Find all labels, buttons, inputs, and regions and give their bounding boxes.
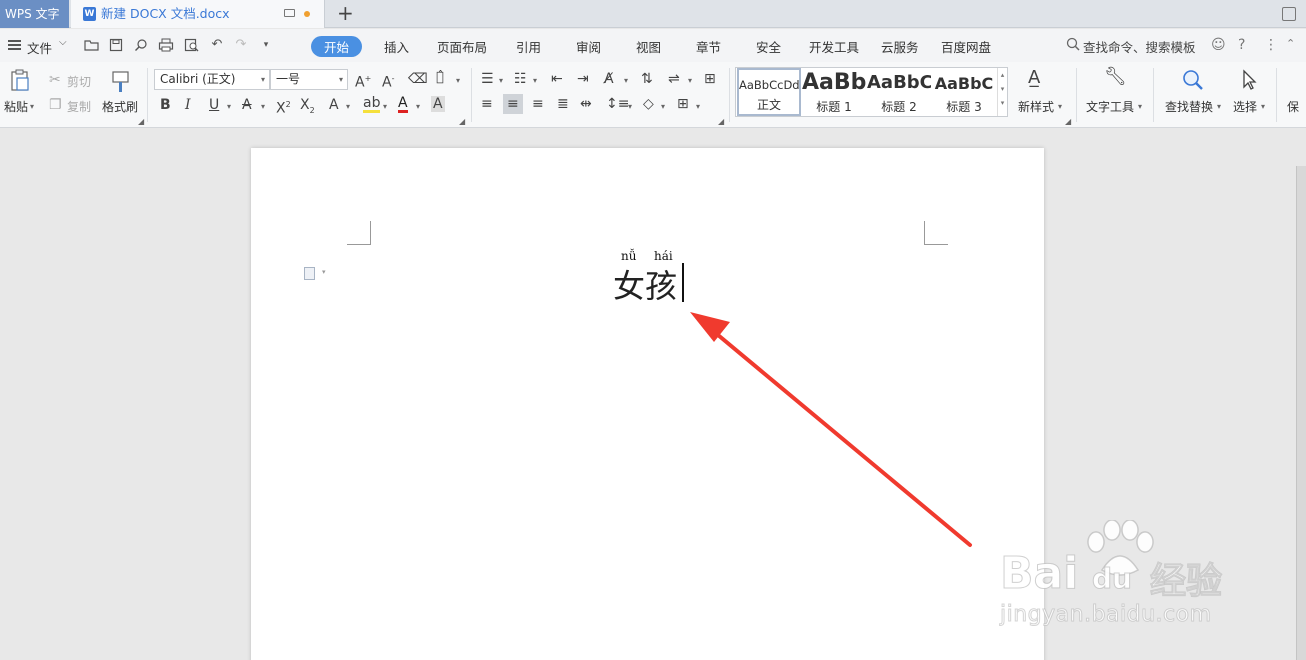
watermark-url: jingyan.baidu.com	[1000, 602, 1212, 628]
baidu-jingyan-watermark: Bai du 经验 jingyan.baidu.com	[999, 520, 1240, 630]
watermark-brand-du: du	[1092, 562, 1133, 596]
watermark-suffix: 经验	[1149, 561, 1223, 603]
watermark-brand: Bai	[999, 548, 1079, 600]
